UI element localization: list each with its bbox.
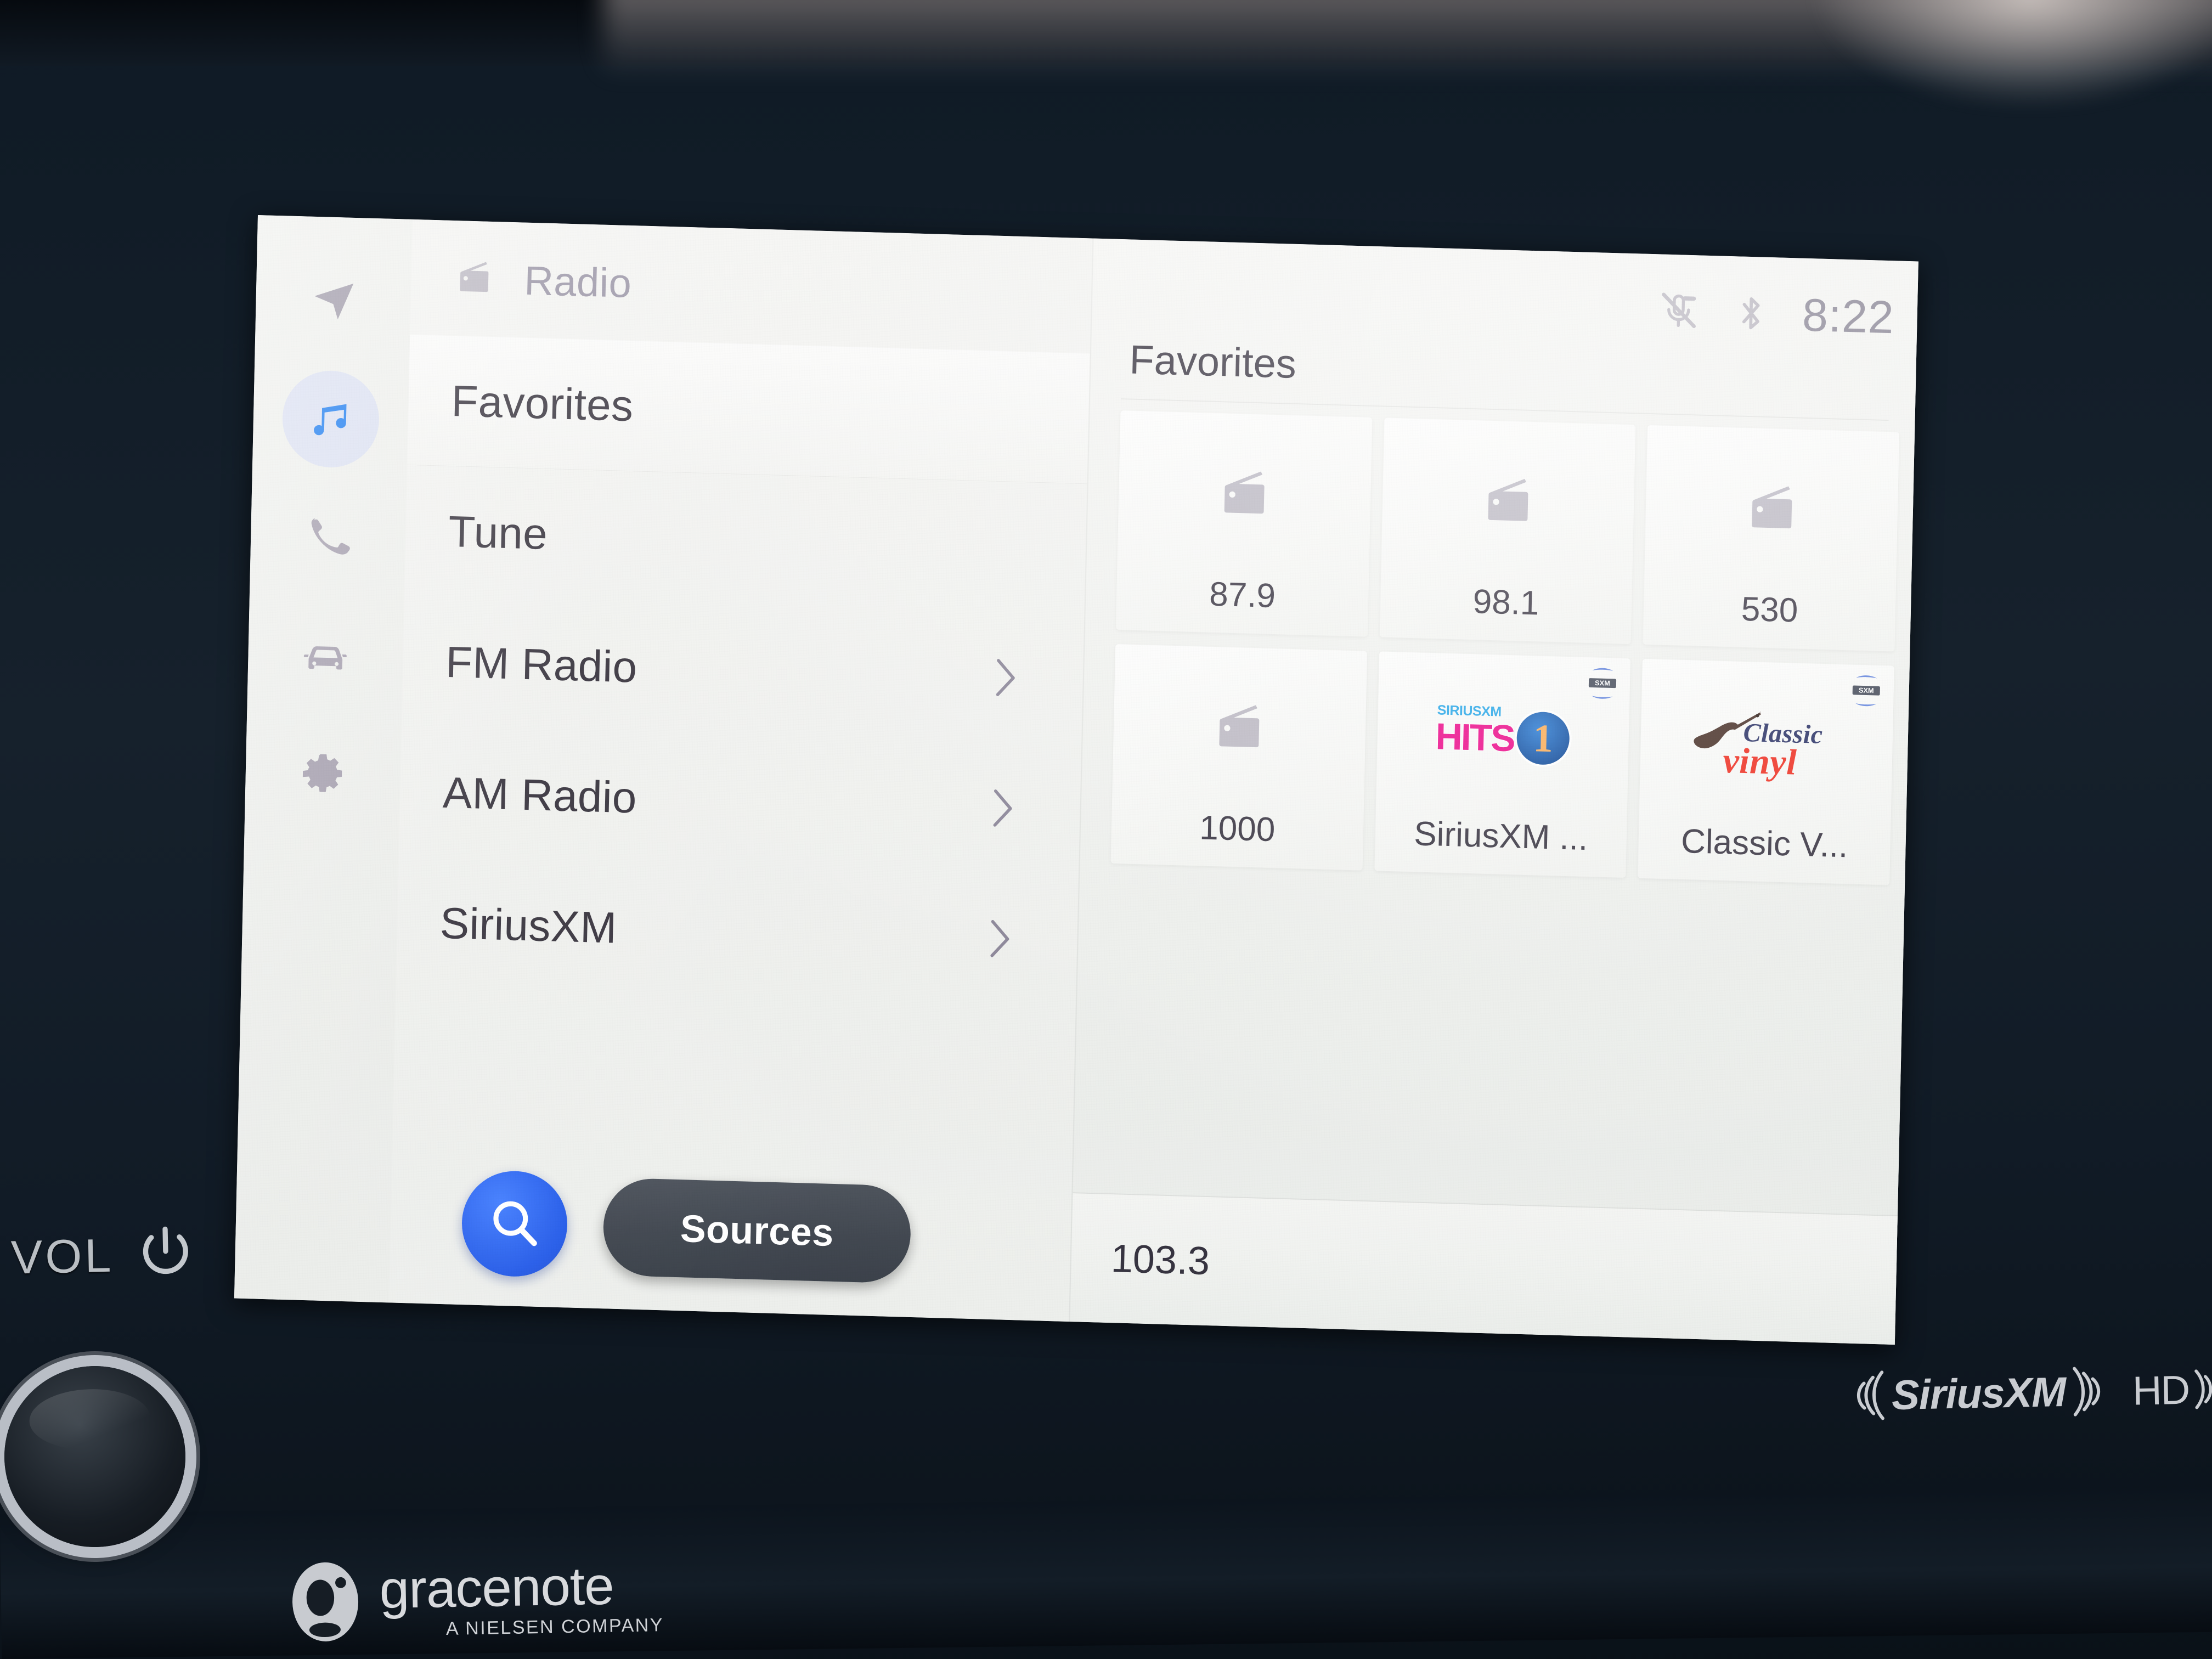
menu-item-label: AM Radio [442, 768, 637, 822]
sidebar-item-media[interactable] [280, 368, 381, 470]
favorites-panel: 8:22 Favorites 87.9 98.1 530 1000 SXM SI… [1069, 238, 1918, 1345]
chevron-right-icon [992, 788, 1015, 828]
hd-wordmark: HD [2132, 1367, 2190, 1414]
siriusxm-hits1-logo: SIRIUSXM HITS 1 [1434, 699, 1572, 773]
menu-item-am-radio[interactable]: AM Radio [399, 726, 1082, 876]
chevron-right-icon [989, 919, 1012, 959]
bezel-brand-row: SiriusXM HD [1854, 1363, 2212, 1423]
tile-label: 98.1 [1472, 583, 1540, 623]
gear-icon [296, 747, 350, 802]
now-playing-station: 103.3 [1110, 1237, 1210, 1284]
microphone-muted-icon[interactable] [1657, 290, 1700, 332]
logo-circle-text: 1 [1532, 715, 1554, 760]
sidebar-item-phone[interactable] [278, 487, 379, 588]
tile-label: 530 [1741, 590, 1799, 630]
logo-circle: 1 [1516, 710, 1570, 765]
tile-artwork [1112, 644, 1367, 813]
favorite-tile[interactable]: 87.9 [1115, 410, 1373, 637]
dashboard-bezel: Radio Favorites Tune FM Radio AM Radio S… [0, 0, 2212, 1659]
bluetooth-icon[interactable] [1729, 292, 1772, 335]
clock: 8:22 [1802, 289, 1895, 343]
svg-text:SXM: SXM [1595, 679, 1610, 687]
tile-artwork [1381, 417, 1636, 586]
menu-item-favorites[interactable]: Favorites [407, 334, 1090, 484]
hd-radio-brand-logo: HD [2132, 1365, 2212, 1414]
svg-text:SXM: SXM [1859, 686, 1874, 695]
menu-item-siriusxm[interactable]: SiriusXM [396, 857, 1079, 1007]
logo-main-text: HITS [1435, 715, 1515, 760]
favorite-tile[interactable]: 530 [1643, 425, 1900, 652]
tile-label: SiriusXM ... [1413, 815, 1588, 858]
radio-icon [454, 258, 495, 300]
chevron-right-icon [995, 658, 1018, 698]
favorite-tile[interactable]: 1000 [1110, 644, 1367, 871]
now-playing-bar[interactable]: 103.3 [1070, 1192, 1899, 1345]
app-rail [234, 215, 413, 1303]
favorites-title: Favorites [1128, 336, 1297, 387]
gracenote-logo: gracenote A NIELSEN COMPANY [290, 1555, 664, 1644]
sound-wave-right-icon [2069, 1365, 2103, 1418]
tile-artwork [1117, 410, 1372, 579]
menu-item-label: SiriusXM [439, 898, 618, 952]
status-bar: 8:22 [1657, 269, 1895, 358]
tile-label: 1000 [1199, 809, 1276, 849]
tile-label: Classic V... [1680, 822, 1849, 865]
favorite-tile[interactable]: SXM Classic vinyl Classic V... [1638, 658, 1894, 885]
music-note-icon [304, 392, 358, 447]
navigation-arrow-icon [307, 274, 360, 328]
siriusxm-wordmark: SiriusXM [1891, 1368, 2066, 1419]
infotainment-screen: Radio Favorites Tune FM Radio AM Radio S… [234, 215, 1918, 1345]
hd-wave-icon [2192, 1365, 2212, 1413]
car-icon [298, 629, 352, 683]
menu-item-label: FM Radio [445, 637, 638, 692]
sidebar-item-vehicle[interactable] [275, 605, 376, 707]
gracenote-mark-icon [290, 1560, 361, 1644]
sxm-badge-icon: SXM [1586, 666, 1620, 701]
panel-action-bar: Sources [389, 1138, 1073, 1322]
tile-artwork [1644, 425, 1899, 594]
siriusxm-brand-logo: SiriusXM [1854, 1365, 2103, 1423]
radio-icon [1216, 465, 1274, 524]
sxm-badge-icon: SXM [1849, 673, 1883, 708]
search-button[interactable] [460, 1170, 569, 1278]
power-icon[interactable] [133, 1221, 199, 1287]
menu-item-label: Tune [448, 506, 548, 558]
panel-header: Radio [410, 219, 1092, 354]
menu-item-fm-radio[interactable]: FM Radio [402, 596, 1085, 746]
tile-label: 87.9 [1209, 575, 1276, 616]
sidebar-item-settings[interactable] [273, 724, 374, 825]
phone-icon [301, 510, 355, 565]
radio-icon [1742, 480, 1801, 539]
favorite-tile[interactable]: 98.1 [1379, 417, 1636, 645]
ambient-reflection-right [1810, 0, 2212, 110]
classic-vinyl-logo: Classic vinyl [1692, 705, 1842, 782]
favorites-grid: 87.9 98.1 530 1000 SXM SIRIUSXM HITS 1 S… [1110, 410, 1900, 885]
favorite-tile[interactable]: SXM SIRIUSXM HITS 1 SiriusXM ... [1374, 651, 1631, 878]
gracenote-wordmark: gracenote [379, 1555, 614, 1620]
menu-item-label: Favorites [450, 376, 634, 431]
radio-menu-list: Favorites Tune FM Radio AM Radio SiriusX… [396, 334, 1090, 1007]
radio-icon [1479, 473, 1537, 532]
volume-label: VOL [10, 1229, 115, 1284]
menu-item-tune[interactable]: Tune [404, 465, 1087, 615]
panel-title: Radio [523, 257, 633, 306]
sidebar-item-navigation[interactable] [283, 250, 384, 351]
sound-wave-left-icon [1854, 1369, 1888, 1422]
search-icon [486, 1193, 544, 1255]
radio-icon [1210, 699, 1268, 758]
gracenote-tagline: A NIELSEN COMPANY [445, 1615, 664, 1639]
logo-word-vinyl: vinyl [1722, 740, 1797, 783]
volume-control-group: VOL [10, 1221, 199, 1290]
sources-button[interactable]: Sources [602, 1177, 912, 1284]
